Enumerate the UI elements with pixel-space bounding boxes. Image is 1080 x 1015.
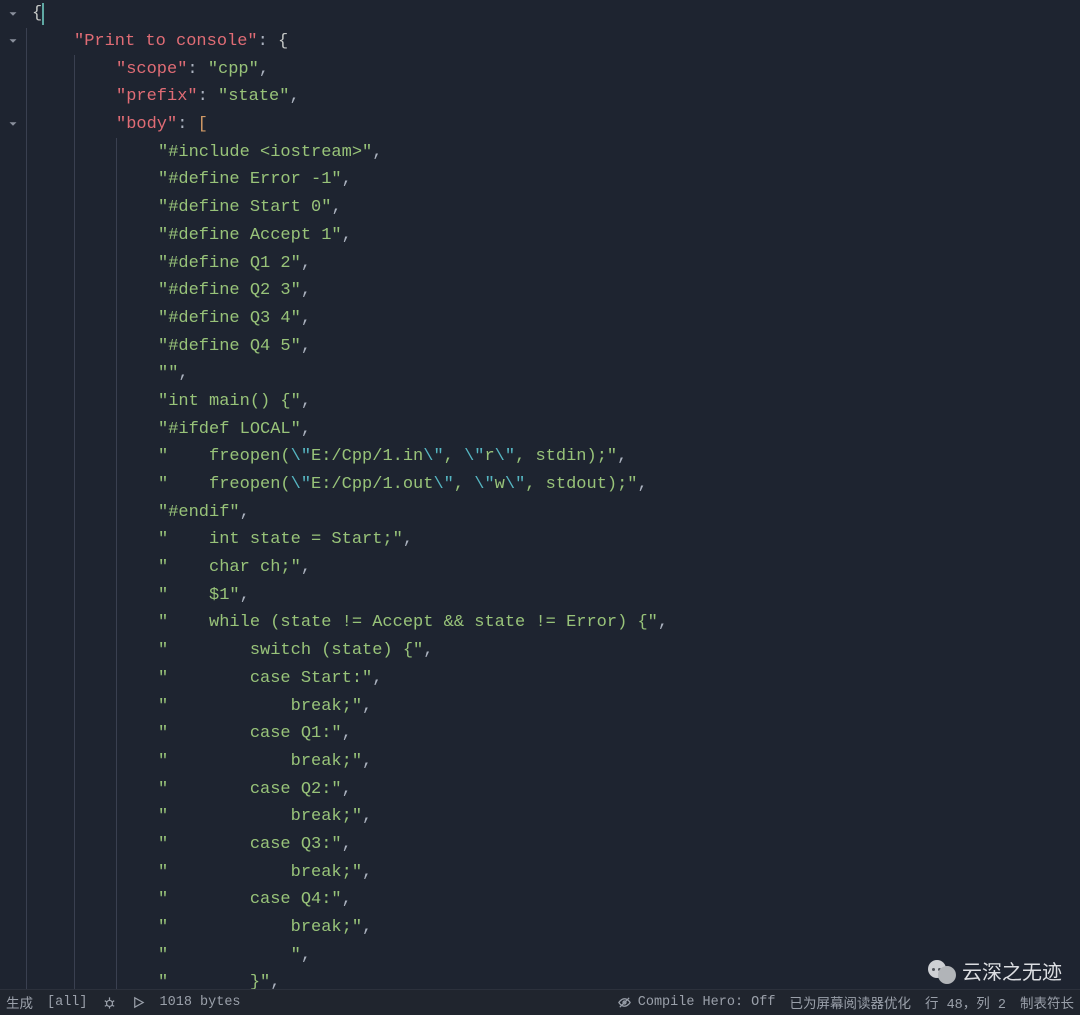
fold-marker[interactable]: [0, 110, 26, 137]
code-line[interactable]: "scope": "cpp",: [26, 55, 1080, 83]
fold-marker: [0, 192, 26, 219]
fold-marker: [0, 879, 26, 906]
code-line[interactable]: "Print to console": {: [26, 28, 1080, 56]
text-cursor: [42, 3, 44, 25]
code-line[interactable]: " while (state != Accept && state != Err…: [26, 609, 1080, 637]
play-icon: [131, 995, 146, 1010]
fold-marker: [0, 632, 26, 659]
fold-marker: [0, 769, 26, 796]
fold-marker: [0, 659, 26, 686]
code-line[interactable]: " case Q4:",: [26, 886, 1080, 914]
fold-marker: [0, 275, 26, 302]
fold-gutter: [0, 0, 26, 989]
fold-marker: [0, 549, 26, 576]
code-line[interactable]: " case Start:",: [26, 665, 1080, 693]
fold-marker: [0, 302, 26, 329]
fold-marker: [0, 714, 26, 741]
code-line[interactable]: " freopen(\"E:/Cpp/1.out\", \"w\", stdou…: [26, 471, 1080, 499]
code-line[interactable]: "#define Q4 5",: [26, 332, 1080, 360]
editor-pane: {"Print to console": {"scope": "cpp","pr…: [0, 0, 1080, 989]
code-line[interactable]: "#define Error -1",: [26, 166, 1080, 194]
fold-marker: [0, 906, 26, 933]
status-bar: 生成 [all] 1018 bytes Compile Hero: Off 已为…: [0, 989, 1080, 1015]
code-line[interactable]: "#include <iostream>",: [26, 138, 1080, 166]
code-line[interactable]: " case Q2:",: [26, 775, 1080, 803]
code-line[interactable]: "#define Accept 1",: [26, 222, 1080, 250]
fold-marker: [0, 440, 26, 467]
code-line[interactable]: " char ch;",: [26, 554, 1080, 582]
fold-marker: [0, 385, 26, 412]
fold-marker: [0, 687, 26, 714]
fold-marker: [0, 577, 26, 604]
fold-marker: [0, 82, 26, 109]
fold-marker[interactable]: [0, 27, 26, 54]
fold-marker: [0, 742, 26, 769]
code-line[interactable]: " freopen(\"E:/Cpp/1.in\", \"r\", stdin)…: [26, 443, 1080, 471]
fold-marker: [0, 522, 26, 549]
code-line[interactable]: "#define Q1 2",: [26, 249, 1080, 277]
fold-marker: [0, 961, 26, 988]
code-line[interactable]: " break;",: [26, 803, 1080, 831]
code-line[interactable]: " $1",: [26, 581, 1080, 609]
code-line[interactable]: " case Q1:",: [26, 720, 1080, 748]
fold-marker: [0, 824, 26, 851]
fold-marker: [0, 165, 26, 192]
fold-marker: [0, 330, 26, 357]
code-area[interactable]: {"Print to console": {"scope": "cpp","pr…: [26, 0, 1080, 989]
status-compile-hero-label: Compile Hero: Off: [638, 995, 776, 1010]
code-line[interactable]: " switch (state) {",: [26, 637, 1080, 665]
code-line[interactable]: " break;",: [26, 692, 1080, 720]
fold-marker: [0, 797, 26, 824]
code-line[interactable]: "prefix": "state",: [26, 83, 1080, 111]
code-line[interactable]: {: [26, 0, 1080, 28]
fold-marker: [0, 55, 26, 82]
code-line[interactable]: "#define Q2 3",: [26, 277, 1080, 305]
code-line[interactable]: "body": [: [26, 111, 1080, 139]
status-tab-size[interactable]: 制表符长: [1020, 992, 1074, 1013]
fold-marker[interactable]: [0, 0, 26, 27]
code-line[interactable]: "#define Q3 4",: [26, 305, 1080, 333]
status-compile-hero[interactable]: Compile Hero: Off: [617, 995, 776, 1010]
status-scope-all[interactable]: [all]: [47, 995, 88, 1010]
fold-marker: [0, 412, 26, 439]
code-line[interactable]: " break;",: [26, 748, 1080, 776]
code-line[interactable]: "#define Start 0",: [26, 194, 1080, 222]
status-run-button[interactable]: [131, 995, 146, 1010]
code-line[interactable]: " ",: [26, 941, 1080, 969]
bug-icon: [102, 995, 117, 1010]
fold-marker: [0, 220, 26, 247]
fold-marker: [0, 247, 26, 274]
code-line[interactable]: "#ifdef LOCAL",: [26, 415, 1080, 443]
code-line[interactable]: " int state = Start;",: [26, 526, 1080, 554]
fold-marker: [0, 604, 26, 631]
fold-marker: [0, 357, 26, 384]
code-line[interactable]: " break;",: [26, 914, 1080, 942]
status-generate[interactable]: 生成: [6, 992, 33, 1013]
code-line[interactable]: "int main() {",: [26, 388, 1080, 416]
eye-off-icon: [617, 995, 632, 1010]
fold-marker: [0, 137, 26, 164]
fold-marker: [0, 494, 26, 521]
fold-marker: [0, 852, 26, 879]
status-screen-reader[interactable]: 已为屏幕阅读器优化: [789, 992, 911, 1013]
status-debug-button[interactable]: [102, 995, 117, 1010]
status-file-size[interactable]: 1018 bytes: [160, 995, 241, 1010]
code-line[interactable]: "",: [26, 360, 1080, 388]
status-cursor-position[interactable]: 行 48，列 2: [925, 992, 1006, 1013]
code-line[interactable]: " break;",: [26, 858, 1080, 886]
code-line[interactable]: "#endif",: [26, 498, 1080, 526]
fold-marker: [0, 934, 26, 961]
fold-marker: [0, 467, 26, 494]
code-line[interactable]: " case Q3:",: [26, 831, 1080, 859]
